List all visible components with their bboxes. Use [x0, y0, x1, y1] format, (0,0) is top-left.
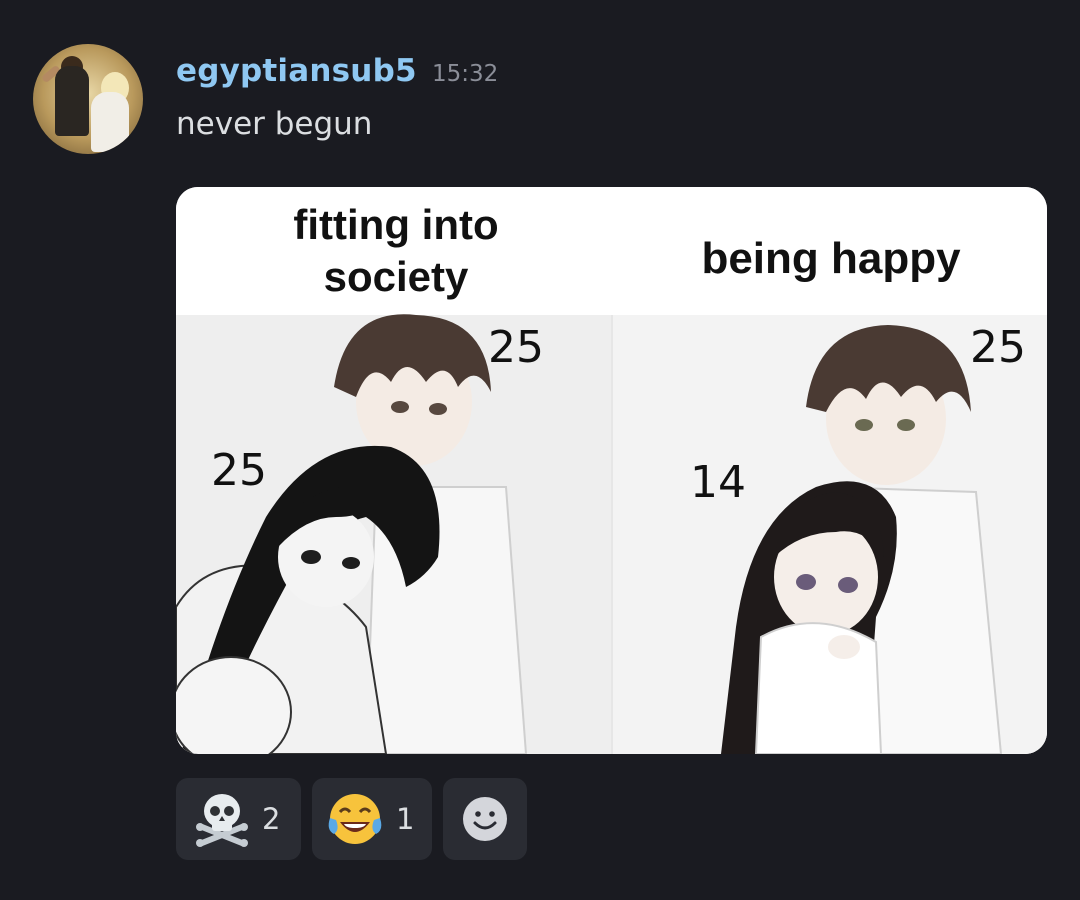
- add-reaction-smiley-icon: [463, 797, 507, 841]
- image-attachment[interactable]: fitting into society 25 25 being happy 2…: [176, 187, 1047, 754]
- reaction-skull[interactable]: 2: [176, 778, 301, 860]
- reaction-count: 1: [396, 802, 415, 836]
- message-text: never begun: [176, 106, 373, 142]
- left-caption-line1: fitting into: [293, 201, 498, 248]
- avatar-photo-detail: [91, 92, 129, 152]
- reaction-count: 2: [262, 802, 281, 836]
- right-age-top: 25: [970, 322, 1026, 373]
- right-caption: being happy: [701, 234, 961, 283]
- author-username[interactable]: egyptiansub5: [176, 53, 417, 89]
- left-caption-line2: society: [324, 253, 469, 300]
- avatar[interactable]: [33, 44, 143, 154]
- add-reaction-button[interactable]: [443, 778, 527, 860]
- left-age-bottom: 25: [211, 445, 267, 496]
- right-age-bottom: 14: [690, 457, 746, 508]
- meme-image: fitting into society 25 25 being happy 2…: [176, 187, 1047, 754]
- reaction-joy[interactable]: 1: [312, 778, 432, 860]
- left-age-top: 25: [488, 322, 544, 373]
- message-timestamp[interactable]: 15:32: [432, 61, 498, 87]
- joy-tears-face-icon: [328, 794, 382, 844]
- avatar-photo-detail: [55, 66, 89, 136]
- skull-and-crossbones-icon: [196, 794, 248, 847]
